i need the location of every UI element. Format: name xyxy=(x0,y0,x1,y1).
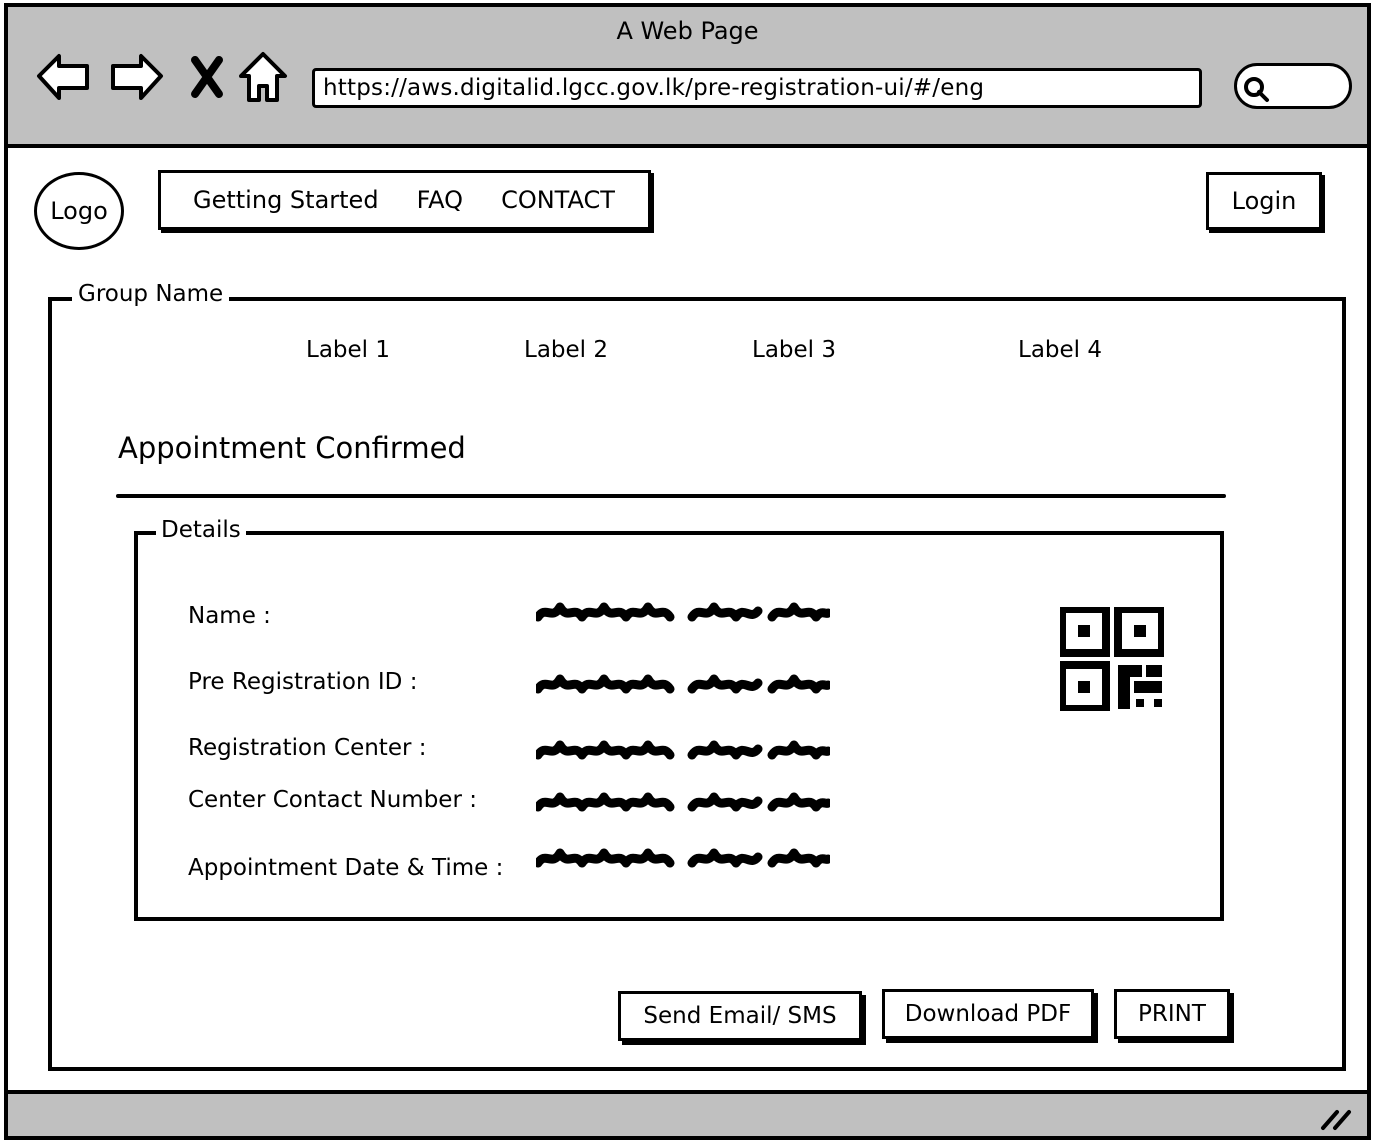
search-icon xyxy=(1244,77,1269,102)
registration-center-label: Registration Center : xyxy=(188,735,427,761)
url-text: https://aws.digitalid.lgcc.gov.lk/pre-re… xyxy=(323,75,985,101)
send-email-sms-button[interactable]: Send Email/ SMS xyxy=(618,991,862,1041)
step-label-4[interactable]: Label 4 xyxy=(1018,337,1102,363)
page-title: Appointment Confirmed xyxy=(118,431,466,465)
browser-toolbar: A Web Page https://aws.digitalid.lgcc.go… xyxy=(8,7,1367,148)
stop-button[interactable] xyxy=(178,47,236,105)
step-label-3[interactable]: Label 3 xyxy=(752,337,836,363)
appointment-datetime-value-redacted xyxy=(536,848,830,868)
print-label: PRINT xyxy=(1138,1001,1206,1027)
browser-search-field[interactable] xyxy=(1234,63,1352,109)
login-label: Login xyxy=(1231,187,1297,215)
center-contact-number-value-redacted xyxy=(536,792,830,812)
registration-center-value-redacted xyxy=(536,740,830,760)
nav-faq[interactable]: FAQ xyxy=(417,186,464,214)
qr-code-icon xyxy=(1060,607,1164,711)
download-pdf-button[interactable]: Download PDF xyxy=(882,989,1094,1039)
details-box: Details Name : Pre Registration ID : Reg… xyxy=(134,517,1224,921)
details-legend: Details xyxy=(156,517,246,543)
main-nav: Getting Started FAQ CONTACT xyxy=(158,170,651,230)
close-x-icon xyxy=(191,56,223,98)
send-email-sms-label: Send Email/ SMS xyxy=(643,1003,837,1029)
download-pdf-label: Download PDF xyxy=(904,1001,1072,1027)
group-box: Group Name Label 1 Label 2 Label 3 Label… xyxy=(48,281,1346,1071)
center-contact-number-label: Center Contact Number : xyxy=(188,787,477,813)
name-value-redacted xyxy=(536,602,830,622)
forward-button[interactable] xyxy=(108,47,166,105)
step-label-2[interactable]: Label 2 xyxy=(524,337,608,363)
pre-registration-id-label: Pre Registration ID : xyxy=(188,669,418,695)
forward-arrow-icon xyxy=(111,54,163,100)
logo[interactable]: Logo xyxy=(34,172,124,250)
title-divider xyxy=(116,494,1226,498)
step-label-1[interactable]: Label 1 xyxy=(306,337,390,363)
login-button[interactable]: Login xyxy=(1206,172,1322,230)
name-label: Name : xyxy=(188,603,271,629)
address-bar[interactable]: https://aws.digitalid.lgcc.gov.lk/pre-re… xyxy=(312,68,1202,108)
home-button[interactable] xyxy=(234,47,292,105)
logo-label: Logo xyxy=(50,197,108,225)
back-arrow-icon xyxy=(37,54,89,100)
nav-getting-started[interactable]: Getting Started xyxy=(193,186,379,214)
status-bar xyxy=(8,1090,1367,1136)
home-icon xyxy=(239,52,287,102)
appointment-datetime-label: Appointment Date & Time : xyxy=(188,855,504,881)
print-button[interactable]: PRINT xyxy=(1114,989,1230,1039)
nav-contact[interactable]: CONTACT xyxy=(501,186,615,214)
browser-window: A Web Page https://aws.digitalid.lgcc.go… xyxy=(4,3,1371,1140)
group-legend: Group Name xyxy=(72,281,230,307)
back-button[interactable] xyxy=(34,47,92,105)
window-title: A Web Page xyxy=(616,17,759,45)
resize-grip-icon[interactable] xyxy=(1319,1106,1353,1132)
pre-registration-id-value-redacted xyxy=(536,674,830,694)
